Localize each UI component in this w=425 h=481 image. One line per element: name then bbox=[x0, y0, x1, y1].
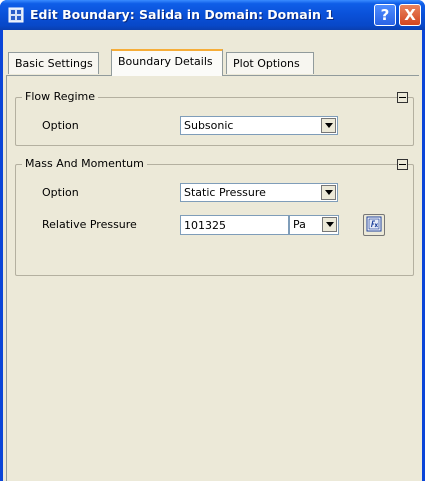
flow-regime-option-value: Subsonic bbox=[184, 119, 234, 132]
chevron-down-icon[interactable] bbox=[322, 217, 337, 232]
relative-pressure-value: 101325 bbox=[184, 219, 226, 232]
edit-boundary-window: Edit Boundary: Salida in Domain: Domain … bbox=[0, 0, 425, 481]
collapse-icon[interactable] bbox=[397, 159, 408, 170]
flow-regime-title: Flow Regime bbox=[22, 90, 99, 103]
mass-momentum-option-label: Option bbox=[42, 186, 79, 199]
window-title: Edit Boundary: Salida in Domain: Domain … bbox=[30, 7, 334, 22]
mass-momentum-option-select[interactable]: Static Pressure bbox=[180, 183, 338, 202]
dialog-client: Basic Settings Boundary Details Plot Opt… bbox=[3, 30, 422, 481]
expression-editor-icon bbox=[366, 216, 382, 235]
tab-plot-options[interactable]: Plot Options bbox=[226, 52, 314, 74]
relative-pressure-input[interactable]: 101325 bbox=[180, 215, 289, 235]
mass-momentum-option-value: Static Pressure bbox=[184, 186, 266, 199]
mass-momentum-group: Mass And Momentum Option Static Pressure… bbox=[15, 157, 414, 276]
pressure-unit-value: Pa bbox=[293, 218, 306, 231]
collapse-icon[interactable] bbox=[397, 92, 408, 103]
mass-momentum-title: Mass And Momentum bbox=[22, 157, 147, 170]
help-icon: ? bbox=[380, 6, 390, 24]
flow-regime-option-label: Option bbox=[42, 119, 79, 132]
pressure-unit-select[interactable]: Pa bbox=[289, 215, 339, 235]
tab-panel-boundary-details: Flow Regime Option Subsonic Mass And Mom… bbox=[6, 75, 419, 481]
close-button[interactable]: X bbox=[399, 4, 421, 26]
tab-basic-settings[interactable]: Basic Settings bbox=[8, 52, 99, 74]
relative-pressure-label: Relative Pressure bbox=[42, 218, 137, 231]
tab-boundary-details[interactable]: Boundary Details bbox=[111, 49, 223, 76]
flow-regime-option-select[interactable]: Subsonic bbox=[180, 116, 338, 135]
chevron-down-icon[interactable] bbox=[321, 185, 336, 200]
chevron-down-icon[interactable] bbox=[321, 118, 336, 133]
boundary-icon bbox=[8, 7, 24, 23]
close-icon: X bbox=[404, 6, 416, 24]
tab-bar: Basic Settings Boundary Details Plot Opt… bbox=[3, 30, 422, 76]
help-button[interactable]: ? bbox=[374, 4, 396, 26]
title-bar[interactable]: Edit Boundary: Salida in Domain: Domain … bbox=[0, 0, 425, 30]
expression-editor-button[interactable] bbox=[363, 214, 385, 236]
flow-regime-group: Flow Regime Option Subsonic bbox=[15, 90, 414, 146]
